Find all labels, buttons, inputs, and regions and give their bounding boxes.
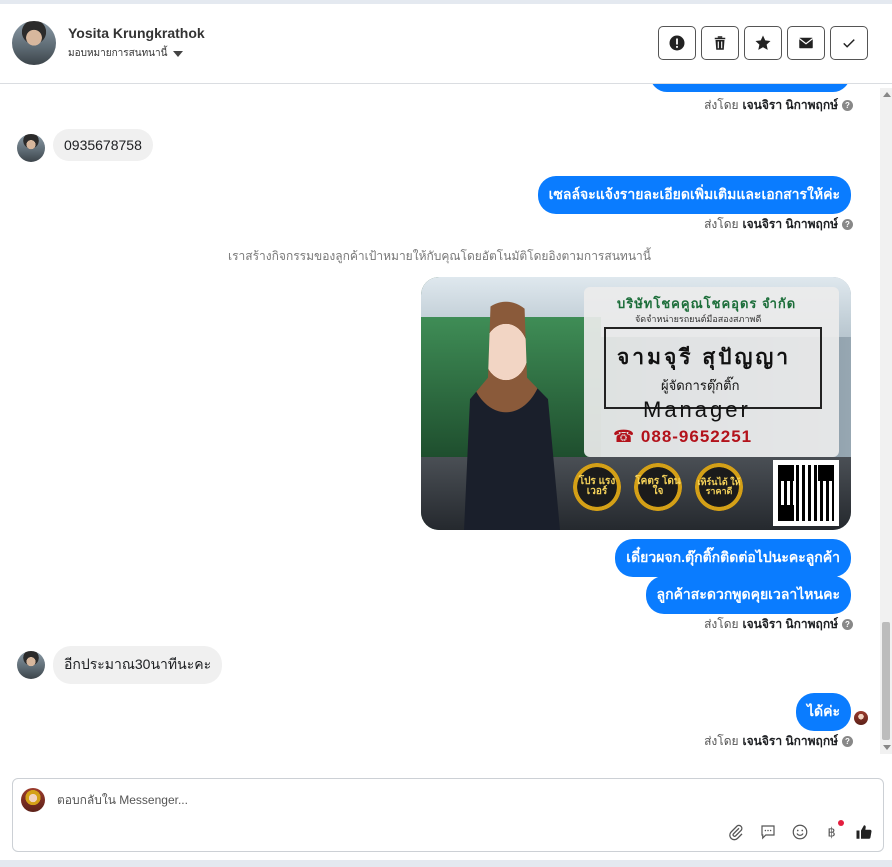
card-badge: เทิร์นได้ ให้ราคาดี xyxy=(695,463,743,511)
card-phone: ☎ 088-9652251 xyxy=(613,427,753,446)
sent-by-label: ส่งโดย เจนจิรา นิกาพฤกษ์? xyxy=(704,615,853,634)
svg-text:฿: ฿ xyxy=(828,826,836,841)
mark-unread-button[interactable] xyxy=(787,26,825,60)
help-icon[interactable]: ? xyxy=(842,219,853,230)
help-icon[interactable]: ? xyxy=(842,736,853,747)
contact-avatar-small xyxy=(17,651,45,679)
page-avatar xyxy=(21,788,45,812)
help-icon[interactable]: ? xyxy=(842,100,853,111)
message-bubble-incoming[interactable]: อีกประมาณ30นาทีนะคะ xyxy=(53,646,223,684)
card-person-name: จามจุรี สุปัญญา xyxy=(617,346,792,369)
notification-dot xyxy=(838,820,844,826)
saved-replies-button[interactable] xyxy=(759,823,777,841)
message-bubble-outgoing[interactable]: เซลล์จะแจ้งรายละเอียดเพิ่มเติมและเอกสารใ… xyxy=(537,176,851,214)
sent-by-label: ส่งโดย เจนจิรา นิกาพฤกษ์? xyxy=(704,732,853,751)
composer-toolbar: ฿ xyxy=(727,820,873,841)
caret-down-icon xyxy=(173,50,184,57)
smiley-icon xyxy=(792,824,808,840)
report-button[interactable] xyxy=(658,26,696,60)
assign-label: มอบหมายการสนทนานี้ xyxy=(68,48,168,59)
chat-bubble-icon xyxy=(761,825,775,840)
qr-code xyxy=(773,460,839,526)
card-badge: โปร แรง เวอร์ xyxy=(573,463,621,511)
card-tagline: จัดจำหน่ายรถยนต์มือสองสภาพดี xyxy=(635,314,762,324)
inbox-thread-panel: Yosita Krungkrathok มอบหมายการสนทนานี้ ส… xyxy=(0,4,892,860)
message-bubble-partial xyxy=(650,84,850,92)
system-activity-note: เราสร้างกิจกรรมของลูกค้าเป้าหมายให้กับคุ… xyxy=(228,249,651,263)
contact-avatar[interactable] xyxy=(12,21,56,65)
reply-input[interactable] xyxy=(57,793,657,807)
reply-composer: ฿ xyxy=(12,778,884,852)
business-card-image[interactable]: บริษัทโชคคูณโชคอุดร จำกัด จัดจำหน่ายรถยน… xyxy=(421,277,851,530)
card-badge: โคตร โดนใจ xyxy=(634,463,682,511)
like-button[interactable] xyxy=(855,823,873,841)
star-button[interactable] xyxy=(744,26,782,60)
contact-name[interactable]: Yosita Krungkrathok xyxy=(68,25,205,41)
seen-indicator-avatar xyxy=(854,711,868,725)
mark-done-button[interactable] xyxy=(830,26,868,60)
message-bubble-incoming[interactable]: 0935678758 xyxy=(53,129,153,161)
sent-by-label: ส่งโดย เจนจิรา นิกาพฤกษ์? xyxy=(704,215,853,234)
thumbs-up-icon xyxy=(856,825,872,839)
payment-button[interactable]: ฿ xyxy=(823,820,844,841)
card-person-role: ผู้จัดการตุ๊กติ๊ก xyxy=(661,378,740,393)
emoji-button[interactable] xyxy=(791,823,809,841)
message-list-scrollbar[interactable] xyxy=(880,88,892,754)
scroll-thumb[interactable] xyxy=(882,622,890,740)
check-icon xyxy=(843,39,855,48)
scroll-up-arrow-icon[interactable] xyxy=(883,92,891,97)
baht-icon: ฿ xyxy=(828,826,836,841)
message-bubble-outgoing[interactable]: เดี๋ยวผจก.ตุ๊กติ๊กติดต่อไปนะคะลูกค้า xyxy=(615,539,851,577)
contact-avatar-small xyxy=(17,134,45,162)
assign-conversation-dropdown[interactable]: มอบหมายการสนทนานี้ xyxy=(68,46,184,61)
message-bubble-outgoing[interactable]: ได้ค่ะ xyxy=(795,693,851,731)
exclamation-icon xyxy=(669,35,685,51)
sent-by-label: ส่งโดย เจนจิรา นิกาพฤกษ์? xyxy=(704,96,853,115)
thread-header: Yosita Krungkrathok มอบหมายการสนทนานี้ xyxy=(0,4,892,84)
scroll-down-arrow-icon[interactable] xyxy=(883,745,891,750)
star-icon xyxy=(755,35,771,50)
delete-button[interactable] xyxy=(701,26,739,60)
trash-icon xyxy=(714,36,726,50)
message-bubble-outgoing[interactable]: ลูกค้าสะดวกพูดคุยเวลาไหนคะ xyxy=(645,576,851,614)
thread-toolbar xyxy=(658,26,868,60)
paperclip-icon xyxy=(729,824,743,841)
card-company-name: บริษัทโชคคูณโชคอุดร จำกัด xyxy=(617,296,797,311)
envelope-icon xyxy=(798,37,814,49)
card-title: Manager xyxy=(643,397,751,422)
message-list[interactable]: ส่งโดย เจนจิรา นิกาพฤกษ์? 0935678758 เซลล… xyxy=(0,84,880,769)
help-icon[interactable]: ? xyxy=(842,619,853,630)
attach-button[interactable] xyxy=(727,823,745,841)
